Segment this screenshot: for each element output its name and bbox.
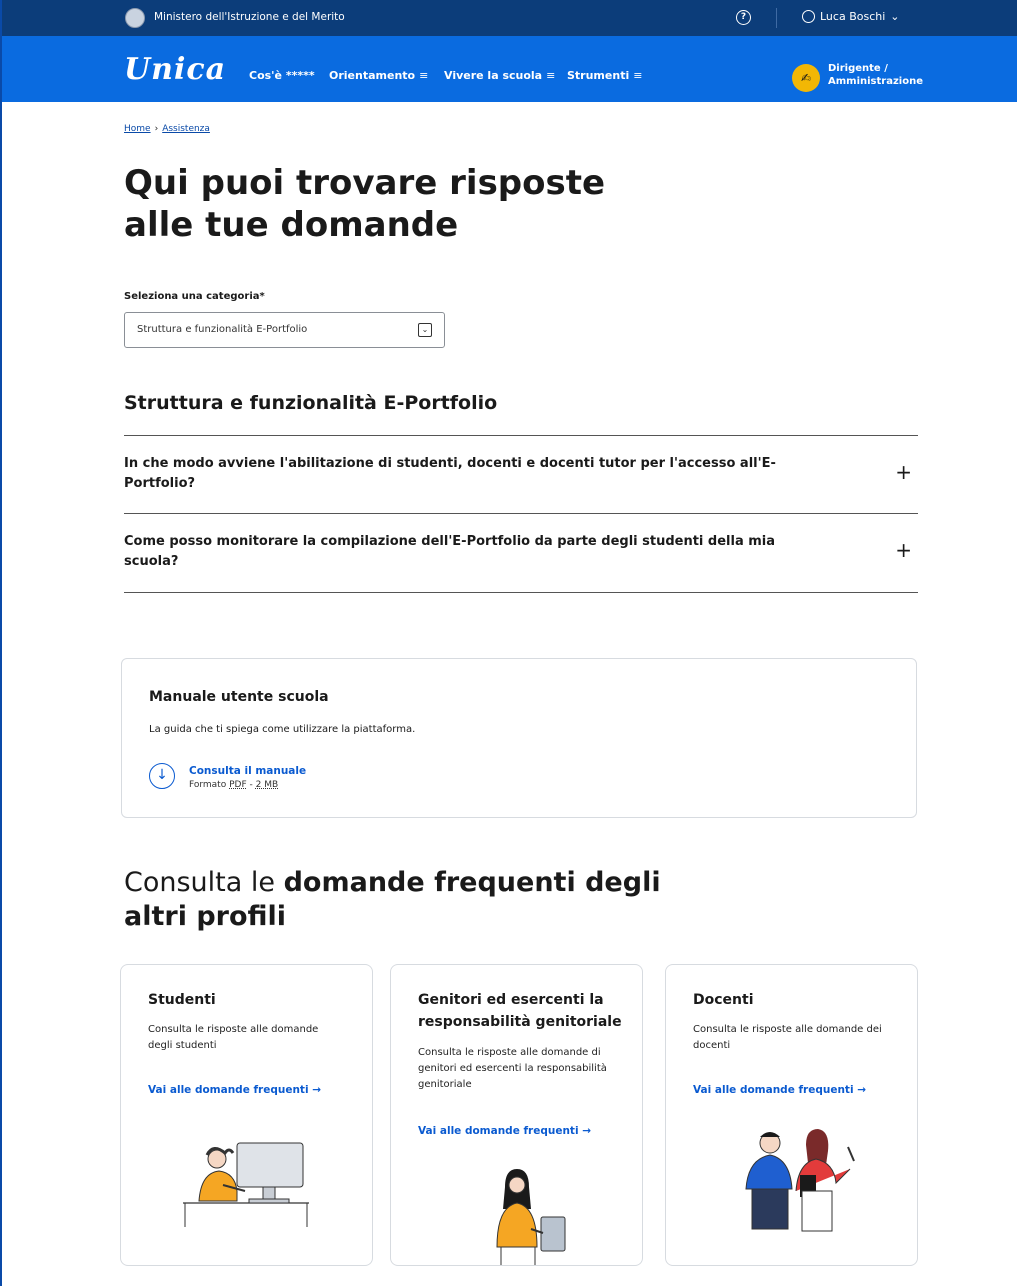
profile-title: Genitori ed esercenti la responsabilità … (418, 992, 622, 1030)
help-icon[interactable]: ? (736, 10, 751, 25)
faq-link[interactable]: Vai alle domande frequenti → (148, 1084, 321, 1096)
chevron-right-icon: › (154, 124, 159, 134)
nav-item-cose[interactable]: Cos'è ***** (249, 69, 315, 82)
role-label[interactable]: Dirigente / Amministrazione (828, 62, 923, 88)
page-title: Qui puoi trovare risposte alle tue doman… (124, 163, 606, 245)
chevron-down-icon: ⌄ (418, 323, 432, 337)
breadcrumb-current[interactable]: Assistenza (162, 124, 210, 134)
menu-icon: ≡ (546, 69, 556, 82)
faq-item[interactable]: In che modo avviene l'abilitazione di st… (124, 435, 918, 513)
profile-description: Consulta le risposte alle domande degli … (148, 1024, 319, 1051)
divider (124, 592, 918, 593)
download-icon[interactable]: ↓ (149, 763, 175, 789)
faq-question: Come posso monitorare la compilazione de… (124, 534, 776, 569)
unica-logo[interactable]: Unica (124, 52, 226, 87)
category-label: Seleziona una categoria* (124, 291, 265, 302)
republic-emblem-icon (125, 8, 145, 28)
role-avatar-icon[interactable]: ✍ (792, 64, 820, 92)
student-computer-illustration (183, 1142, 309, 1227)
teachers-illustration (745, 1129, 855, 1232)
plus-icon[interactable]: + (895, 460, 912, 484)
faq-link[interactable]: Vai alle domande frequenti → (418, 1125, 591, 1137)
category-select[interactable]: Struttura e funzionalità E-Portfolio ⌄ (124, 312, 445, 348)
chevron-down-icon: ⌄ (890, 10, 900, 23)
breadcrumb-home[interactable]: Home (124, 124, 151, 134)
faq-item[interactable]: Come posso monitorare la compilazione de… (124, 513, 918, 592)
nav-item-vivere-la-scuola[interactable]: Vivere la scuola ≡ (444, 69, 555, 82)
main-navigation: Unica Cos'è ***** Orientamento ≡ Vivere … (2, 36, 1017, 102)
menu-icon: ≡ (633, 69, 643, 82)
faq-link[interactable]: Vai alle domande frequenti → (693, 1084, 866, 1096)
user-menu[interactable]: Luca Boschi ⌄ (802, 10, 900, 23)
profile-title: Docenti (693, 992, 754, 1008)
manual-title: Manuale utente scuola (149, 689, 329, 705)
divider (776, 8, 777, 28)
nav-item-strumenti[interactable]: Strumenti ≡ (567, 69, 642, 82)
profile-description: Consulta le risposte alle domande dei do… (693, 1024, 882, 1051)
profile-card-studenti[interactable]: Studenti Consulta le risposte alle doman… (120, 964, 373, 1266)
profile-title: Studenti (148, 992, 216, 1008)
institutional-bar: Ministero dell'Istruzione e del Merito ?… (2, 0, 1017, 36)
manual-description: La guida che ti spiega come utilizzare l… (149, 724, 416, 735)
faq-question: In che modo avviene l'abilitazione di st… (124, 456, 776, 491)
manual-download-link[interactable]: Consulta il manuale (189, 765, 306, 777)
user-name: Luca Boschi (820, 10, 886, 23)
nav-item-orientamento[interactable]: Orientamento ≡ (329, 69, 428, 82)
profile-card-genitori[interactable]: Genitori ed esercenti la responsabilità … (390, 964, 643, 1266)
breadcrumb: Home › Assistenza (124, 124, 210, 134)
section-title: Struttura e funzionalità E-Portfolio (124, 392, 498, 414)
profile-description: Consulta le risposte alle domande di gen… (418, 1047, 607, 1090)
menu-icon: ≡ (419, 69, 429, 82)
ministry-name[interactable]: Ministero dell'Istruzione e del Merito (154, 11, 345, 23)
category-selected-value: Struttura e funzionalità E-Portfolio (137, 324, 308, 335)
parent-tablet-illustration (496, 1169, 566, 1265)
manual-card: Manuale utente scuola La guida che ti sp… (121, 658, 917, 818)
manual-format: Formato PDF - 2 MB (189, 780, 279, 790)
page: Ministero dell'Istruzione e del Merito ?… (0, 0, 1017, 1286)
plus-icon[interactable]: + (895, 538, 912, 562)
other-profiles-title: Consulta le domande frequenti degli altr… (124, 867, 661, 932)
profile-card-docenti[interactable]: Docenti Consulta le risposte alle domand… (665, 964, 918, 1266)
user-icon (802, 10, 815, 23)
